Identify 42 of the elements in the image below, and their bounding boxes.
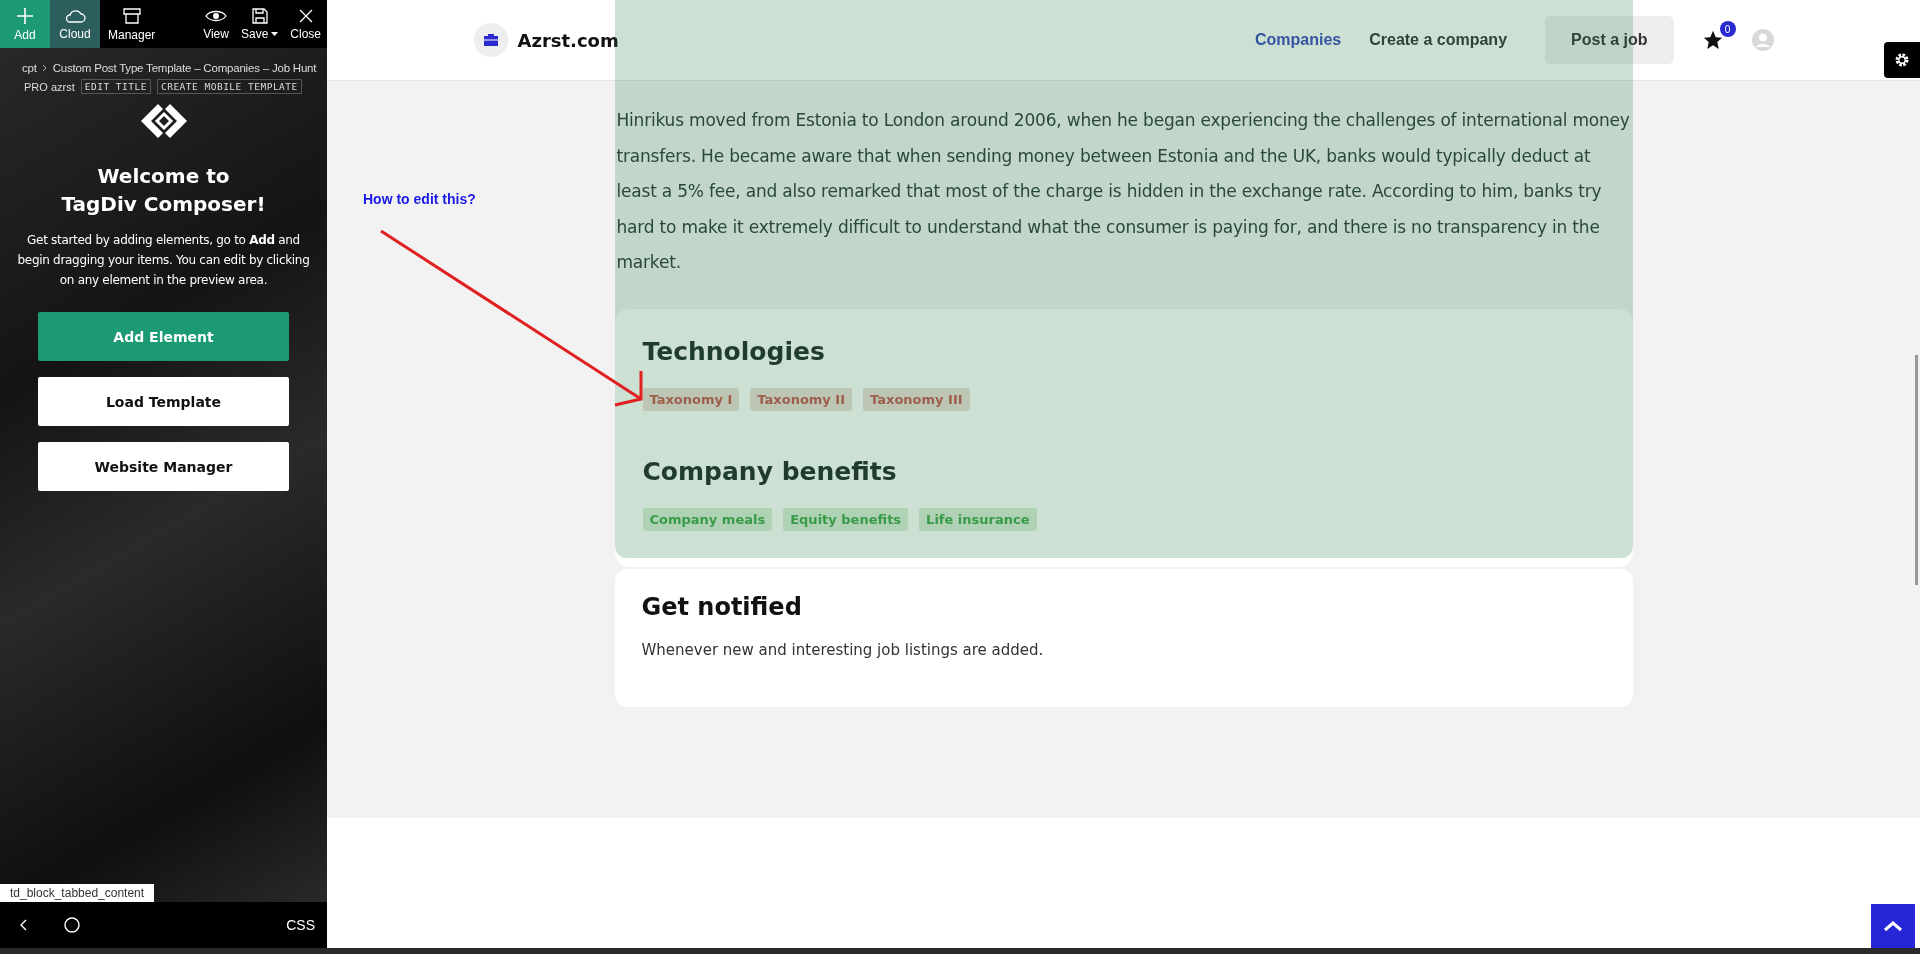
plus-icon bbox=[16, 6, 34, 25]
monitor-icon bbox=[121, 6, 142, 25]
user-label: PRO azrst bbox=[24, 80, 75, 93]
notify-text: Whenever new and interesting job listings are added. bbox=[641, 640, 1045, 659]
element-label: td_block_tabbed_content bbox=[0, 884, 155, 902]
settings-button[interactable] bbox=[1884, 42, 1920, 78]
close-icon bbox=[297, 7, 314, 24]
cloud-icon bbox=[64, 7, 86, 24]
welcome-title: Welcome to TagDiv Composer! bbox=[60, 163, 267, 218]
count-badge: 0 bbox=[1719, 21, 1736, 37]
toolbar-button[interactable]: Close bbox=[284, 0, 327, 48]
post-job-button[interactable]: Post a job bbox=[1545, 16, 1674, 64]
toolbar-button[interactable]: Save bbox=[234, 0, 285, 48]
toolbar-button[interactable]: View bbox=[197, 0, 235, 48]
action-button[interactable]: Load Template bbox=[38, 377, 289, 426]
notify-heading: Get notified bbox=[641, 592, 803, 621]
toolbar-button[interactable]: Add bbox=[0, 0, 50, 48]
briefcase-logo-icon bbox=[473, 23, 508, 57]
toolbar-button[interactable]: Cloud bbox=[50, 0, 100, 48]
template-button[interactable]: EDIT TITLE bbox=[80, 79, 151, 94]
settings-icon bbox=[1894, 52, 1910, 68]
site-name[interactable]: Azrst.com bbox=[517, 29, 619, 51]
chevron-right-icon bbox=[41, 64, 48, 72]
circle-icon[interactable] bbox=[64, 917, 80, 933]
nav-link[interactable]: Companies bbox=[1254, 31, 1342, 49]
action-button[interactable]: Website Manager bbox=[38, 442, 289, 491]
back-icon[interactable] bbox=[20, 919, 28, 931]
help-link[interactable]: How to edit this? bbox=[363, 191, 476, 207]
toolbar-button[interactable]: Manager bbox=[100, 0, 164, 48]
breadcrumb-link[interactable]: cpt bbox=[22, 62, 37, 74]
article-paragraph: Hinrikus moved from Estonia to London around 2006, when he began experiencing the challenges of international money transfers. He became aware that when sending money between Estonia and the UK, banks would typically deduct at least a 5% fee, and also remarked that most of the charge is hidden in the exchange rate. According to him, banks try hard to make it extremely difficult to understand what the consumer is paying for, and there is no transparency in the market. bbox=[616, 109, 1631, 274]
action-button[interactable]: Add Element bbox=[38, 312, 289, 361]
template-button[interactable]: CREATE MOBILE TEMPLATE bbox=[156, 79, 302, 94]
caret-icon bbox=[271, 31, 279, 36]
chevron-up-icon bbox=[1883, 920, 1903, 932]
section-heading: Technologies bbox=[642, 336, 826, 366]
welcome-text: Get started by adding elements, go to Add and begin dragging your items. You can edit by clicking on any element in the preview area. bbox=[16, 232, 311, 289]
section-heading: Company benefits bbox=[642, 456, 898, 486]
template-title: Custom Post Type Template – Companies – Job Hunt bbox=[52, 62, 317, 74]
nav-link[interactable]: Create a company bbox=[1369, 31, 1508, 49]
scroll-to-top-button[interactable] bbox=[1871, 904, 1915, 948]
css-button[interactable]: CSS bbox=[286, 917, 315, 933]
